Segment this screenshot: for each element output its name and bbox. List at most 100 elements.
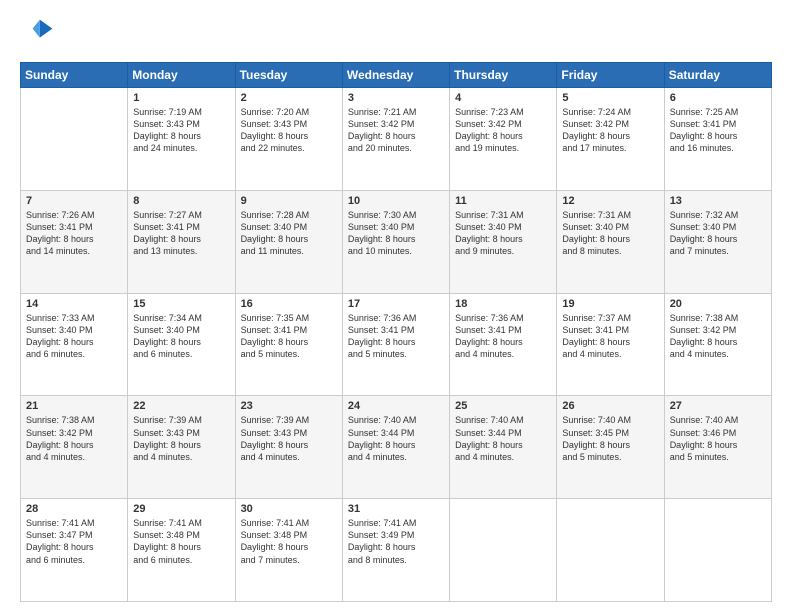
day-cell: 10 Sunrise: 7:30 AM Sunset: 3:40 PM Dayli… [342,190,449,293]
day-info: Sunrise: 7:39 AM Sunset: 3:43 PM Dayligh… [133,414,229,463]
day-info: Sunrise: 7:37 AM Sunset: 3:41 PM Dayligh… [562,312,658,361]
day-info: Sunrise: 7:19 AM Sunset: 3:43 PM Dayligh… [133,106,229,155]
day-cell: 22 Sunrise: 7:39 AM Sunset: 3:43 PM Dayli… [128,396,235,499]
day-number: 28 [26,503,122,515]
day-info: Sunrise: 7:28 AM Sunset: 3:40 PM Dayligh… [241,209,337,258]
day-number: 25 [455,400,551,412]
weekday-header-wednesday: Wednesday [342,63,449,88]
day-number: 27 [670,400,766,412]
day-number: 29 [133,503,229,515]
day-cell: 14 Sunrise: 7:33 AM Sunset: 3:40 PM Dayli… [21,293,128,396]
day-info: Sunrise: 7:38 AM Sunset: 3:42 PM Dayligh… [670,312,766,361]
weekday-header-monday: Monday [128,63,235,88]
day-info: Sunrise: 7:26 AM Sunset: 3:41 PM Dayligh… [26,209,122,258]
day-info: Sunrise: 7:30 AM Sunset: 3:40 PM Dayligh… [348,209,444,258]
day-number: 31 [348,503,444,515]
day-number: 22 [133,400,229,412]
day-number: 5 [562,92,658,104]
day-number: 30 [241,503,337,515]
day-cell: 13 Sunrise: 7:32 AM Sunset: 3:40 PM Dayli… [664,190,771,293]
day-info: Sunrise: 7:34 AM Sunset: 3:40 PM Dayligh… [133,312,229,361]
day-number: 10 [348,195,444,207]
day-cell: 5 Sunrise: 7:24 AM Sunset: 3:42 PM Daylig… [557,88,664,191]
day-number: 18 [455,298,551,310]
day-info: Sunrise: 7:32 AM Sunset: 3:40 PM Dayligh… [670,209,766,258]
day-info: Sunrise: 7:40 AM Sunset: 3:45 PM Dayligh… [562,414,658,463]
day-number: 19 [562,298,658,310]
day-number: 8 [133,195,229,207]
day-cell: 23 Sunrise: 7:39 AM Sunset: 3:43 PM Dayli… [235,396,342,499]
page: SundayMondayTuesdayWednesdayThursdayFrid… [0,0,792,612]
day-number: 24 [348,400,444,412]
calendar-table: SundayMondayTuesdayWednesdayThursdayFrid… [20,62,772,602]
day-number: 20 [670,298,766,310]
day-info: Sunrise: 7:41 AM Sunset: 3:48 PM Dayligh… [133,517,229,566]
day-number: 11 [455,195,551,207]
day-info: Sunrise: 7:40 AM Sunset: 3:46 PM Dayligh… [670,414,766,463]
weekday-header-saturday: Saturday [664,63,771,88]
day-cell: 6Sunrise: 7:25 AM Sunset: 3:41 PM Daylig… [664,88,771,191]
day-cell: 4Sunrise: 7:23 AM Sunset: 3:42 PM Daylig… [450,88,557,191]
day-cell [557,499,664,602]
week-row-3: 14 Sunrise: 7:33 AM Sunset: 3:40 PM Dayli… [21,293,772,396]
day-info: Sunrise: 7:41 AM Sunset: 3:49 PM Dayligh… [348,517,444,566]
day-cell: 7 Sunrise: 7:26 AM Sunset: 3:41 PM Daylig… [21,190,128,293]
day-number: 3 [348,92,444,104]
day-number: 16 [241,298,337,310]
day-info: Sunrise: 7:38 AM Sunset: 3:42 PM Dayligh… [26,414,122,463]
day-info: Sunrise: 7:23 AM Sunset: 3:42 PM Dayligh… [455,106,551,155]
day-cell: 20 Sunrise: 7:38 AM Sunset: 3:42 PM Dayli… [664,293,771,396]
day-cell: 15 Sunrise: 7:34 AM Sunset: 3:40 PM Dayli… [128,293,235,396]
header [20,16,772,52]
day-cell: 16 Sunrise: 7:35 AM Sunset: 3:41 PM Dayli… [235,293,342,396]
day-info: Sunrise: 7:39 AM Sunset: 3:43 PM Dayligh… [241,414,337,463]
weekday-header-friday: Friday [557,63,664,88]
day-info: Sunrise: 7:40 AM Sunset: 3:44 PM Dayligh… [455,414,551,463]
day-info: Sunrise: 7:24 AM Sunset: 3:42 PM Dayligh… [562,106,658,155]
day-info: Sunrise: 7:33 AM Sunset: 3:40 PM Dayligh… [26,312,122,361]
day-cell: 24 Sunrise: 7:40 AM Sunset: 3:44 PM Dayli… [342,396,449,499]
day-info: Sunrise: 7:20 AM Sunset: 3:43 PM Dayligh… [241,106,337,155]
weekday-header-sunday: Sunday [21,63,128,88]
logo-icon [20,16,56,52]
day-info: Sunrise: 7:41 AM Sunset: 3:47 PM Dayligh… [26,517,122,566]
week-row-2: 7 Sunrise: 7:26 AM Sunset: 3:41 PM Daylig… [21,190,772,293]
day-number: 26 [562,400,658,412]
day-cell: 28 Sunrise: 7:41 AM Sunset: 3:47 PM Dayli… [21,499,128,602]
day-cell: 21 Sunrise: 7:38 AM Sunset: 3:42 PM Dayli… [21,396,128,499]
day-cell: 8 Sunrise: 7:27 AM Sunset: 3:41 PM Daylig… [128,190,235,293]
week-row-1: 1 Sunrise: 7:19 AM Sunset: 3:43 PM Daylig… [21,88,772,191]
day-info: Sunrise: 7:40 AM Sunset: 3:44 PM Dayligh… [348,414,444,463]
day-info: Sunrise: 7:21 AM Sunset: 3:42 PM Dayligh… [348,106,444,155]
day-info: Sunrise: 7:27 AM Sunset: 3:41 PM Dayligh… [133,209,229,258]
day-cell [21,88,128,191]
day-cell: 2 Sunrise: 7:20 AM Sunset: 3:43 PM Daylig… [235,88,342,191]
day-cell: 19 Sunrise: 7:37 AM Sunset: 3:41 PM Dayli… [557,293,664,396]
day-number: 15 [133,298,229,310]
day-cell: 3 Sunrise: 7:21 AM Sunset: 3:42 PM Daylig… [342,88,449,191]
day-cell: 29 Sunrise: 7:41 AM Sunset: 3:48 PM Dayli… [128,499,235,602]
day-number: 1 [133,92,229,104]
day-cell: 9Sunrise: 7:28 AM Sunset: 3:40 PM Daylig… [235,190,342,293]
day-info: Sunrise: 7:35 AM Sunset: 3:41 PM Dayligh… [241,312,337,361]
day-cell: 31 Sunrise: 7:41 AM Sunset: 3:49 PM Dayli… [342,499,449,602]
week-row-5: 28 Sunrise: 7:41 AM Sunset: 3:47 PM Dayli… [21,499,772,602]
weekday-header-row: SundayMondayTuesdayWednesdayThursdayFrid… [21,63,772,88]
day-number: 6 [670,92,766,104]
day-number: 2 [241,92,337,104]
day-number: 21 [26,400,122,412]
day-cell: 30Sunrise: 7:41 AM Sunset: 3:48 PM Dayli… [235,499,342,602]
day-info: Sunrise: 7:31 AM Sunset: 3:40 PM Dayligh… [562,209,658,258]
day-number: 23 [241,400,337,412]
day-cell [450,499,557,602]
day-info: Sunrise: 7:36 AM Sunset: 3:41 PM Dayligh… [455,312,551,361]
day-cell: 27 Sunrise: 7:40 AM Sunset: 3:46 PM Dayli… [664,396,771,499]
day-number: 14 [26,298,122,310]
day-cell: 17Sunrise: 7:36 AM Sunset: 3:41 PM Dayli… [342,293,449,396]
day-cell: 11Sunrise: 7:31 AM Sunset: 3:40 PM Dayli… [450,190,557,293]
day-cell: 18 Sunrise: 7:36 AM Sunset: 3:41 PM Dayli… [450,293,557,396]
day-number: 7 [26,195,122,207]
day-cell [664,499,771,602]
day-cell: 25 Sunrise: 7:40 AM Sunset: 3:44 PM Dayli… [450,396,557,499]
day-number: 13 [670,195,766,207]
